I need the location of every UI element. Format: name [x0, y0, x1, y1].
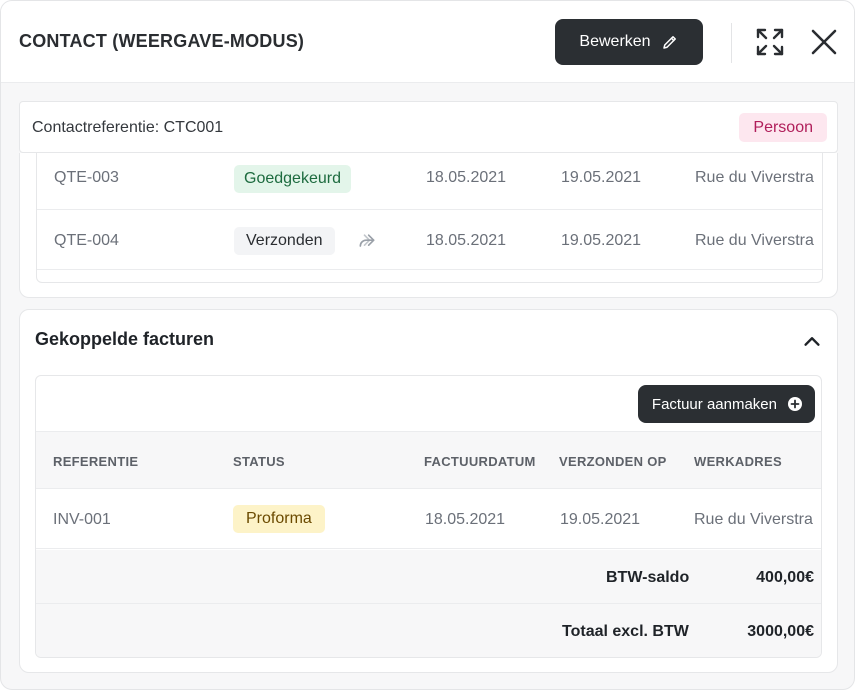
quotes-table[interactable]: QTE-003 Goedgekeurd 18.05.2021 19.05.202… — [36, 153, 823, 283]
invoice-reference: INV-001 — [53, 511, 111, 528]
column-header-status[interactable]: STATUS — [233, 454, 285, 469]
header-divider — [731, 23, 732, 63]
quote-sent-date: 19.05.2021 — [561, 232, 642, 249]
invoice-date: 18.05.2021 — [425, 511, 506, 528]
quote-reference: QTE-003 — [54, 169, 119, 186]
column-header-sent-on[interactable]: VERZONDEN OP — [559, 454, 667, 469]
create-invoice-button[interactable]: Factuur aanmaken — [637, 385, 815, 423]
table-row[interactable]: QTE-004 Verzonden 18.05.2021 19.05.2021 … — [37, 210, 822, 270]
section-title: Gekoppelde facturen — [35, 329, 215, 349]
invoice-address: Rue du Viverstra — [694, 511, 813, 528]
contact-reference-bar: Contactreferentie: CTC001 Persoon — [19, 101, 838, 153]
total-excl-vat-value: 3000,00€ — [747, 623, 814, 640]
quote-address: Rue du Viverstra — [695, 232, 814, 249]
total-excl-vat-row: Totaal excl. BTW 3000,00€ — [36, 604, 821, 657]
close-icon[interactable] — [809, 27, 839, 57]
vat-balance-row: BTW-saldo 400,00€ — [36, 550, 821, 604]
quote-date: 18.05.2021 — [426, 232, 507, 249]
invoices-table: Factuur aanmaken REFERENTIE STATUS FACTU… — [35, 375, 822, 658]
column-header-invoice-date[interactable]: FACTUURDATUM — [424, 454, 536, 469]
share-icon[interactable] — [357, 231, 377, 251]
invoice-sent-date: 19.05.2021 — [560, 511, 641, 528]
total-excl-vat-label: Totaal excl. BTW — [562, 623, 689, 640]
quotes-card: QTE-003 Goedgekeurd 18.05.2021 19.05.202… — [19, 153, 838, 298]
contact-type-badge: Persoon — [739, 113, 827, 142]
vat-balance-value: 400,00€ — [756, 569, 814, 586]
status-badge: Verzonden — [234, 227, 335, 255]
modal-header: CONTACT (WEERGAVE-MODUS) Bewerken — [1, 1, 854, 83]
vat-balance-label: BTW-saldo — [606, 569, 690, 586]
contact-reference: Contactreferentie: CTC001 — [32, 119, 224, 136]
create-invoice-label: Factuur aanmaken — [651, 395, 777, 413]
modal-title: CONTACT (WEERGAVE-MODUS) — [19, 31, 305, 51]
contact-modal: CONTACT (WEERGAVE-MODUS) Bewerken Contac… — [0, 0, 855, 690]
table-row[interactable]: QTE-003 Goedgekeurd 18.05.2021 19.05.202… — [37, 153, 822, 210]
quote-sent-date: 19.05.2021 — [561, 169, 642, 186]
edit-button[interactable]: Bewerken — [555, 19, 703, 65]
quote-address: Rue du Viverstra — [695, 169, 814, 186]
plus-circle-icon — [788, 397, 802, 411]
table-row[interactable]: INV-001 Proforma 18.05.2021 19.05.2021 R… — [36, 489, 821, 549]
table-header: REFERENTIE STATUS FACTUURDATUM VERZONDEN… — [36, 432, 821, 489]
edit-button-label: Bewerken — [579, 33, 651, 50]
quote-date: 18.05.2021 — [426, 169, 507, 186]
status-badge: Proforma — [233, 505, 325, 533]
status-badge: Goedgekeurd — [234, 165, 351, 193]
pencil-icon — [662, 36, 676, 49]
quote-reference: QTE-004 — [54, 232, 119, 249]
expand-icon[interactable] — [755, 27, 785, 57]
table-toolbar: Factuur aanmaken — [36, 376, 821, 432]
chevron-up-icon[interactable] — [801, 330, 823, 352]
linked-invoices-card: Gekoppelde facturen Factuur aanmaken REF… — [19, 309, 838, 673]
column-header-reference[interactable]: REFERENTIE — [53, 454, 138, 469]
column-header-work-address[interactable]: WERKADRES — [694, 454, 782, 469]
